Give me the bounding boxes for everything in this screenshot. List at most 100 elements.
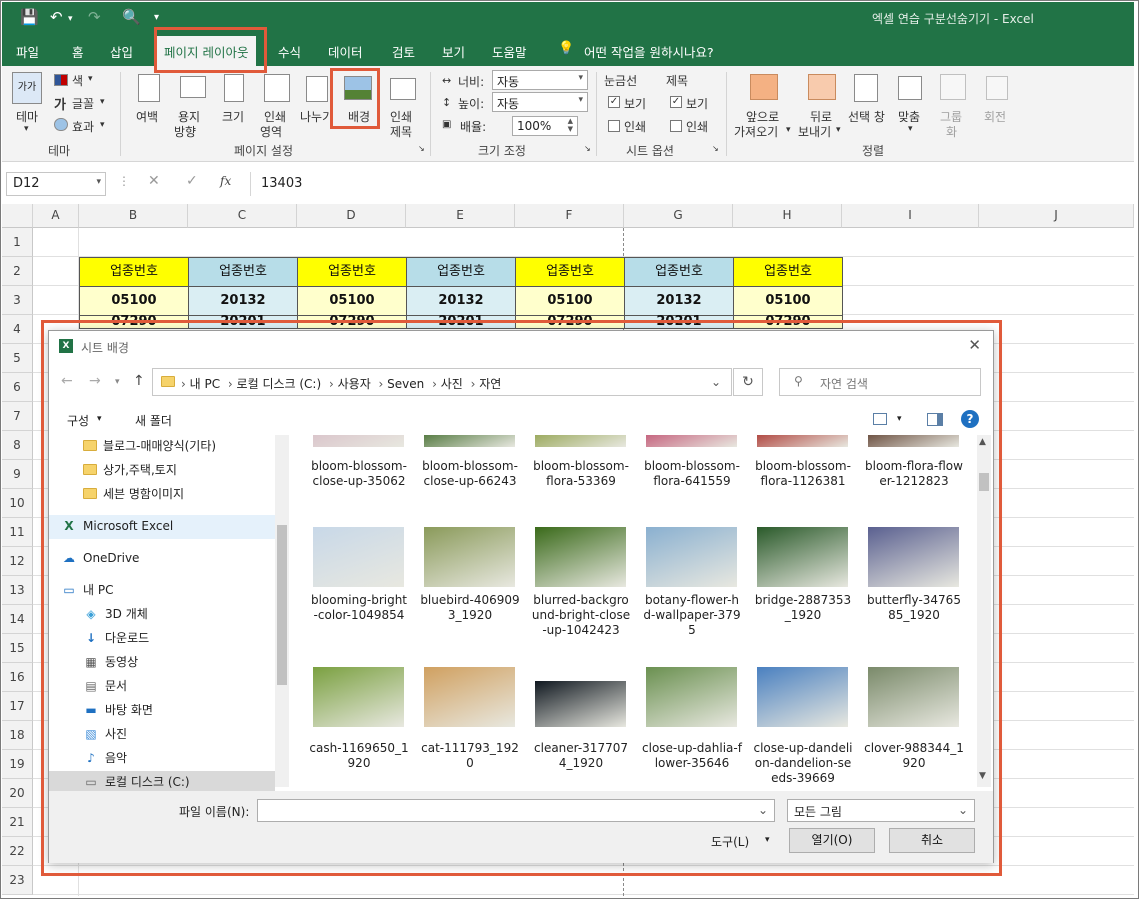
file-scrollbar-thumb[interactable]	[979, 473, 989, 491]
file-thumbnail[interactable]	[313, 435, 404, 447]
breadcrumb-item[interactable]: 내 PC	[190, 377, 220, 391]
data-cell[interactable]: 05100	[733, 286, 843, 316]
chevron-down-icon[interactable]: ⌄	[711, 375, 721, 389]
row-header[interactable]: 13	[2, 576, 33, 605]
file-thumbnail[interactable]	[535, 435, 626, 447]
file-name[interactable]: cat-111793_1920	[420, 741, 520, 771]
tab-file[interactable]: 파일	[16, 42, 39, 61]
chevron-down-icon[interactable]: ⌄	[758, 803, 768, 817]
breadcrumb-item[interactable]: 사용자	[338, 377, 371, 391]
undo-dropdown-icon[interactable]: ▾	[68, 14, 73, 24]
nav-scrollbar[interactable]	[275, 435, 289, 787]
theme-fonts-button[interactable]: 글꼴	[72, 95, 94, 112]
dialog-launcher-icon[interactable]: ↘	[712, 144, 719, 153]
formula-input[interactable]: 13403	[250, 172, 1130, 196]
column-header-d[interactable]: D	[297, 204, 406, 228]
headings-print-checkbox[interactable]	[670, 120, 682, 132]
data-cell[interactable]: 업종번호	[188, 257, 298, 287]
file-thumbnail[interactable]	[757, 527, 848, 587]
row-header[interactable]: 16	[2, 663, 33, 692]
dialog-launcher-icon[interactable]: ↘	[418, 144, 425, 153]
file-name[interactable]: bloom-flora-flower-1212823	[864, 459, 964, 489]
name-box[interactable]: D12 ▾	[6, 172, 106, 196]
tab-data[interactable]: 데이터	[328, 42, 363, 61]
row-header[interactable]: 10	[2, 489, 33, 518]
theme-colors-button[interactable]: 색	[72, 72, 83, 89]
data-cell[interactable]: 07290	[79, 315, 189, 329]
nav-item[interactable]: 블로그-매매양식(기타)	[49, 435, 275, 459]
file-thumbnail[interactable]	[646, 527, 737, 587]
row-header[interactable]: 23	[2, 866, 33, 895]
data-cell[interactable]: 05100	[297, 286, 407, 316]
file-thumbnail[interactable]	[868, 667, 959, 727]
file-name[interactable]: blooming-bright-color-1049854	[309, 593, 409, 623]
breadcrumb-item[interactable]: 사진	[441, 377, 463, 391]
nav-item[interactable]: ♪ 음악	[49, 747, 275, 771]
filename-input[interactable]: ⌄	[257, 799, 775, 822]
scale-spinner[interactable]: 100% ▲ ▼	[512, 116, 578, 136]
spinner-arrows-icon[interactable]: ▲ ▼	[568, 117, 573, 133]
column-header-a[interactable]: A	[33, 204, 79, 228]
row-header[interactable]: 5	[2, 344, 33, 373]
file-thumbnail[interactable]	[424, 667, 515, 727]
data-cell[interactable]: 07290	[297, 315, 407, 329]
tab-page-layout[interactable]: 페이지 레이아웃	[156, 36, 257, 66]
file-name[interactable]: cleaner-3177074_1920	[531, 741, 631, 771]
close-icon[interactable]: ✕	[968, 336, 981, 354]
nav-item[interactable]: ▦ 동영상	[49, 651, 275, 675]
data-cell[interactable]: 20201	[188, 315, 298, 329]
file-thumbnail[interactable]	[646, 435, 737, 447]
file-name[interactable]: bloom-blossom-close-up-35062	[309, 459, 409, 489]
data-cell[interactable]: 업종번호	[406, 257, 516, 287]
file-name[interactable]: close-up-dahlia-flower-35646	[642, 741, 742, 771]
row-header[interactable]: 15	[2, 634, 33, 663]
breadcrumb-item[interactable]: Seven	[387, 377, 424, 391]
row-header[interactable]: 17	[2, 692, 33, 721]
tell-me-box[interactable]: 어떤 작업을 원하시나요?	[584, 42, 714, 61]
align-icon[interactable]	[898, 76, 922, 100]
column-header-f[interactable]: F	[515, 204, 624, 228]
nav-item[interactable]: ▧ 사진	[49, 723, 275, 747]
orientation-label-2[interactable]: 방향	[174, 123, 196, 140]
nav-item[interactable]: 상가,주택,토지	[49, 459, 275, 483]
file-name[interactable]: bloom-blossom-flora-1126381	[753, 459, 853, 489]
tab-insert[interactable]: 삽입	[110, 42, 133, 61]
row-header[interactable]: 11	[2, 518, 33, 547]
chevron-down-icon[interactable]: ▾	[897, 414, 902, 424]
tools-button[interactable]: 도구(L)	[711, 833, 749, 850]
file-thumbnail[interactable]	[535, 681, 626, 727]
file-name[interactable]: clover-988344_1920	[864, 741, 964, 771]
theme-icon[interactable]: 가가	[12, 72, 42, 104]
size-icon[interactable]	[224, 74, 244, 102]
tab-view[interactable]: 보기	[442, 42, 465, 61]
file-thumbnail[interactable]	[868, 435, 959, 447]
column-header-h[interactable]: H	[733, 204, 842, 228]
data-cell[interactable]: 업종번호	[733, 257, 843, 287]
align-button[interactable]: 맞춤	[898, 108, 920, 125]
gridlines-view-checkbox[interactable]: ✓	[608, 96, 620, 108]
file-name[interactable]: bloom-blossom-close-up-66243	[420, 459, 520, 489]
bring-forward-label-2[interactable]: 가져오기	[734, 123, 778, 140]
column-header-j[interactable]: J	[979, 204, 1134, 228]
file-name[interactable]: botany-flower-hd-wallpaper-3795	[642, 593, 742, 638]
margins-icon[interactable]	[138, 74, 160, 102]
undo-icon[interactable]: ↶	[50, 8, 63, 26]
search-box[interactable]: ⚲ 자연 검색	[779, 368, 981, 396]
data-cell[interactable]: 업종번호	[79, 257, 189, 287]
file-name[interactable]: blurred-background-bright-close-up-10424…	[531, 593, 631, 638]
column-header-b[interactable]: B	[79, 204, 188, 228]
row-header[interactable]: 22	[2, 837, 33, 866]
file-name[interactable]: cash-1169650_1920	[309, 741, 409, 771]
save-icon[interactable]: 💾	[20, 8, 39, 26]
background-button[interactable]: 배경	[348, 108, 370, 125]
print-titles-label-2[interactable]: 제목	[390, 123, 412, 140]
help-icon[interactable]: ?	[961, 410, 979, 428]
tab-review[interactable]: 검토	[392, 42, 415, 61]
nav-item[interactable]: 세븐 명함이미지	[49, 483, 275, 507]
preview-pane-icon[interactable]	[927, 413, 943, 426]
column-header-g[interactable]: G	[624, 204, 733, 228]
gridlines-print-checkbox[interactable]	[608, 120, 620, 132]
margins-button[interactable]: 여백	[136, 108, 158, 125]
width-select[interactable]: 자동 ▾	[492, 70, 588, 90]
nav-item[interactable]: ◈ 3D 개체	[49, 603, 275, 627]
